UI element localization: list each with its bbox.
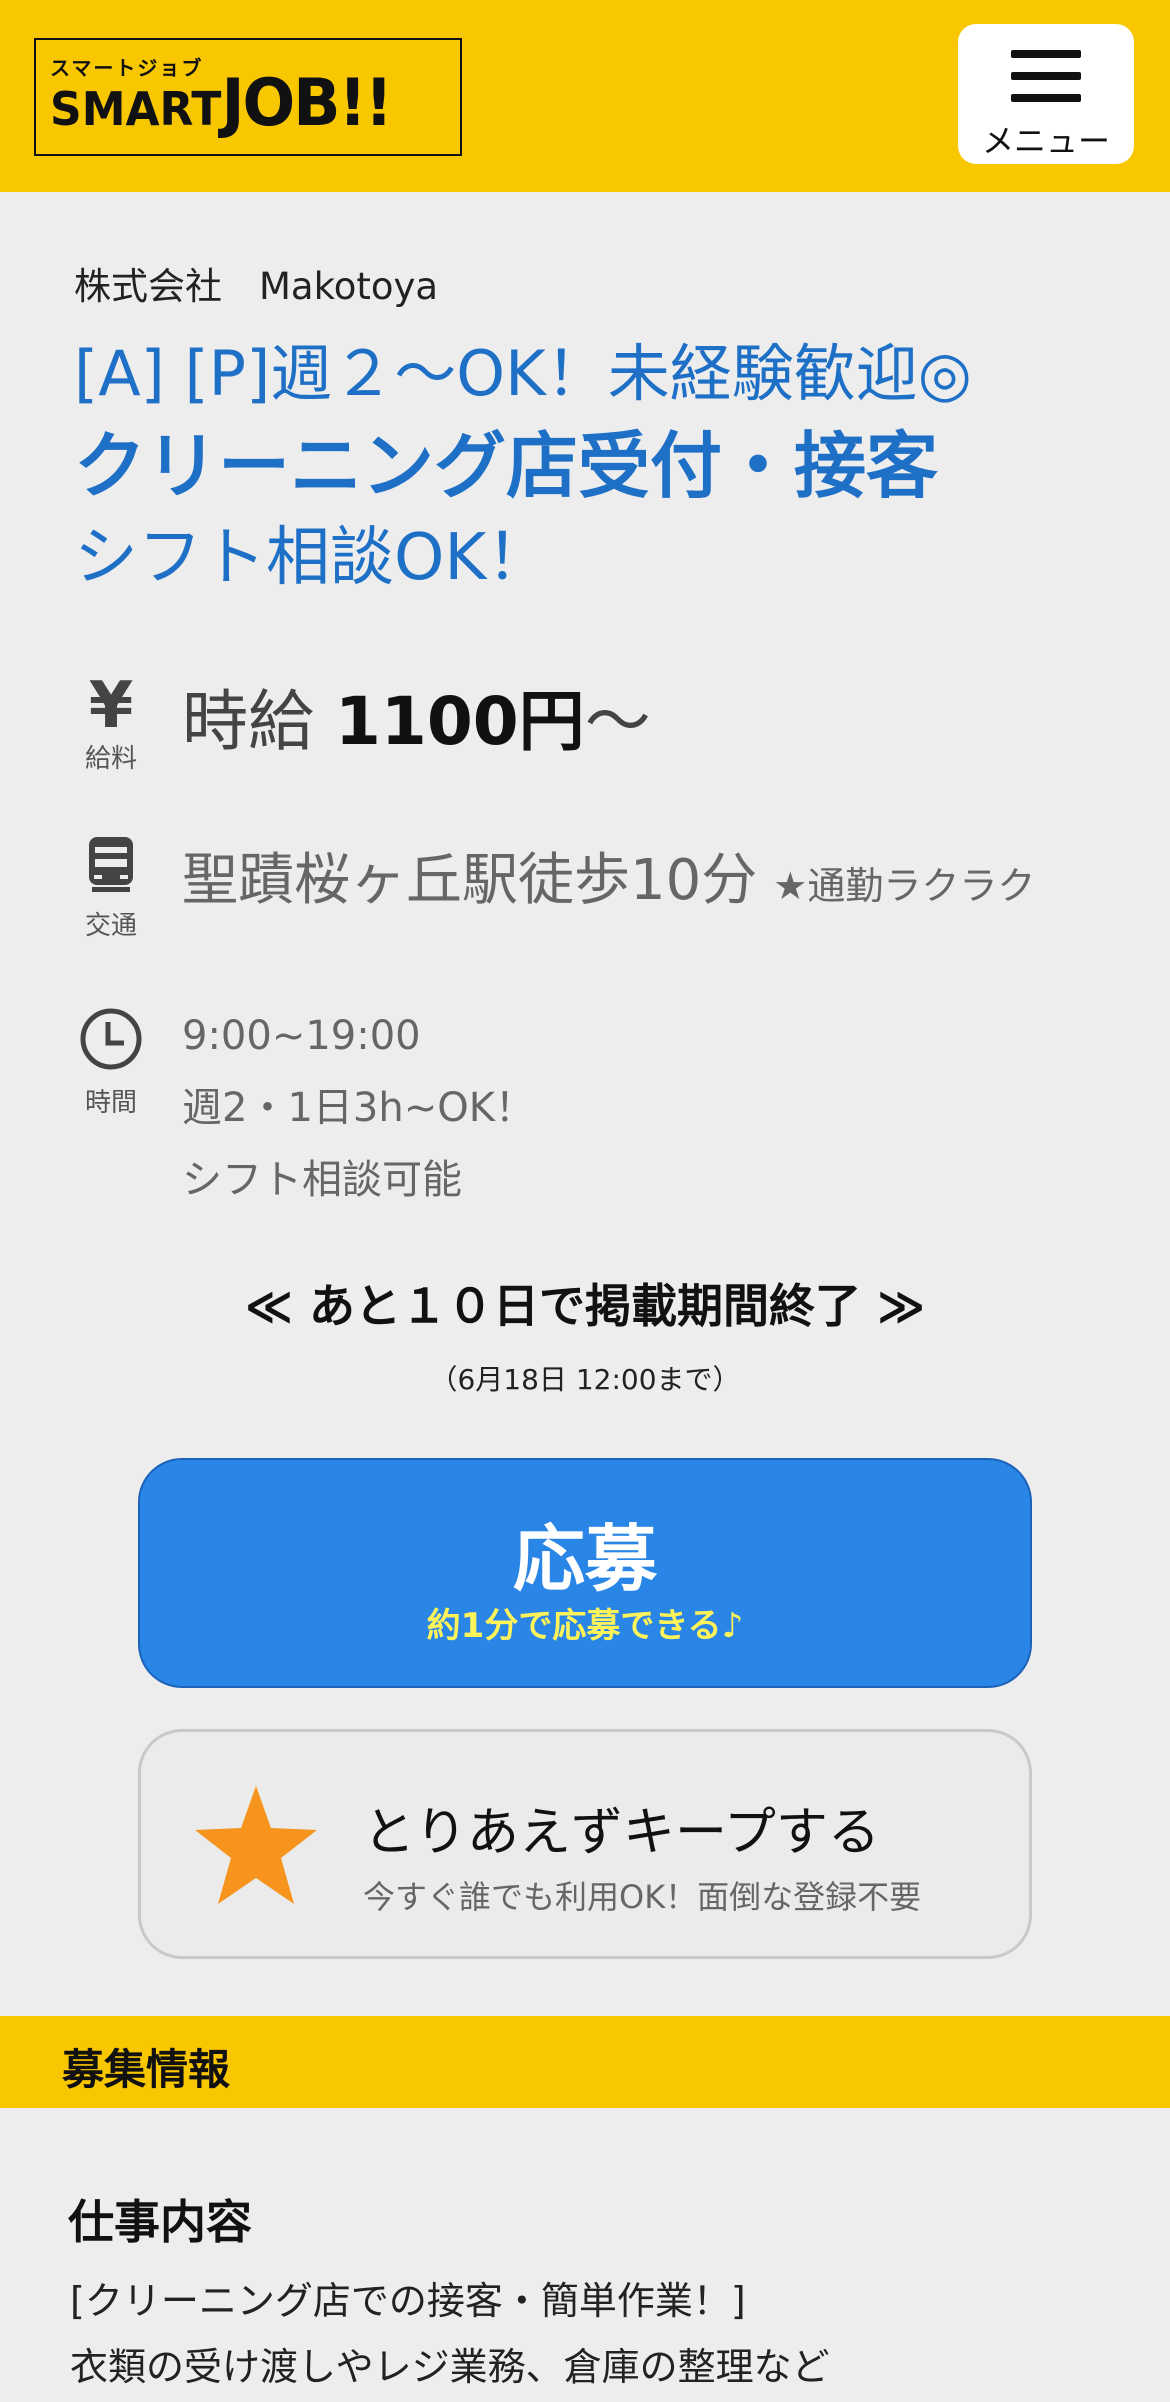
menu-button[interactable]: メニュー [958,24,1134,164]
salary-text: 時給 1100円～ [182,668,651,764]
logo-wordmark: SMARTJOB!! [50,70,393,137]
logo-word-smart: SMART [50,83,222,137]
access-station: 聖蹟桜ヶ丘駅徒歩10分 [182,848,758,913]
access-note: ★通勤ラクラク [773,864,1036,908]
star-icon [195,1786,317,1904]
job-title: [A] [P]週２～OK！未経験歓迎◎ クリーニング店受付・接客 シフト相談OK… [74,330,1154,602]
company-name: 株式会社 Makotoya [74,265,439,308]
job-title-line-1: [A] [P]週２～OK！未経験歓迎◎ [74,337,972,410]
job-content-description: [クリーニング店での接客・簡単作業！] 衣類の受け渡しやレジ業務、倉庫の整理など [70,2268,830,2400]
apply-sub-label: 約1分で応募できる♪ [426,1606,744,1646]
job-title-line-2: クリーニング店受付・接客 [74,424,939,508]
recruitment-info-title: 募集情報 [62,2045,231,2094]
keep-sub-label: 今すぐ誰でも利用OK！面倒な登録不要 [363,1878,922,1916]
site-header: スマートジョブ SMARTJOB!! メニュー [0,0,1170,192]
access-caption: 交通 [84,911,137,941]
salary-caption: 給料 [84,744,137,774]
apply-button[interactable]: 応募 約1分で応募できる♪ [138,1458,1032,1688]
smart-job-logo[interactable]: スマートジョブ SMARTJOB!! [34,38,462,156]
deadline-notice: ≪ あと１０日で掲載期間終了 ≫ [244,1279,926,1333]
train-icon: 交通 [74,835,148,942]
menu-label: メニュー [981,122,1110,160]
keep-label: とりあえずキープする [363,1803,880,1863]
hours-lines: 9:00~19:00 週2・1日3h~OK！ シフト相談可能 [182,1000,535,1216]
job-title-line-3: シフト相談OK！ [74,521,551,595]
yen-icon: ¥ 給料 [74,674,148,775]
hours-caption: 時間 [84,1088,137,1118]
salary-suffix: ～ [584,683,651,760]
deadline-date: （6月18日 12:00まで） [429,1363,741,1396]
hours-line: 9:00~19:00 [182,1013,421,1059]
clock-icon: 時間 [74,1006,148,1119]
recruitment-info-bar: 募集情報 [0,2016,1170,2108]
job-detail-page: スマートジョブ SMARTJOB!! メニュー 株式会社 Makotoya [A… [0,0,1170,2402]
salary-prefix: 時給 [182,683,335,760]
access-text: 聖蹟桜ヶ丘駅徒歩10分 ★通勤ラクラク [182,835,1035,916]
keep-button[interactable]: とりあえずキープする 今すぐ誰でも利用OK！面倒な登録不要 [138,1729,1032,1959]
hours-line: シフト相談可能 [182,1157,462,1203]
description-line: [クリーニング店での接客・簡単作業！] [70,2279,746,2323]
apply-label: 応募 [512,1517,657,1601]
hamburger-icon [1011,50,1081,106]
description-line: 衣類の受け渡しやレジ業務、倉庫の整理など [70,2345,830,2389]
salary-amount: 1100円 [334,683,585,760]
hours-line: 週2・1日3h~OK！ [182,1085,535,1131]
logo-word-job: JOB!! [221,64,393,141]
job-content-heading: 仕事内容 [68,2195,252,2249]
